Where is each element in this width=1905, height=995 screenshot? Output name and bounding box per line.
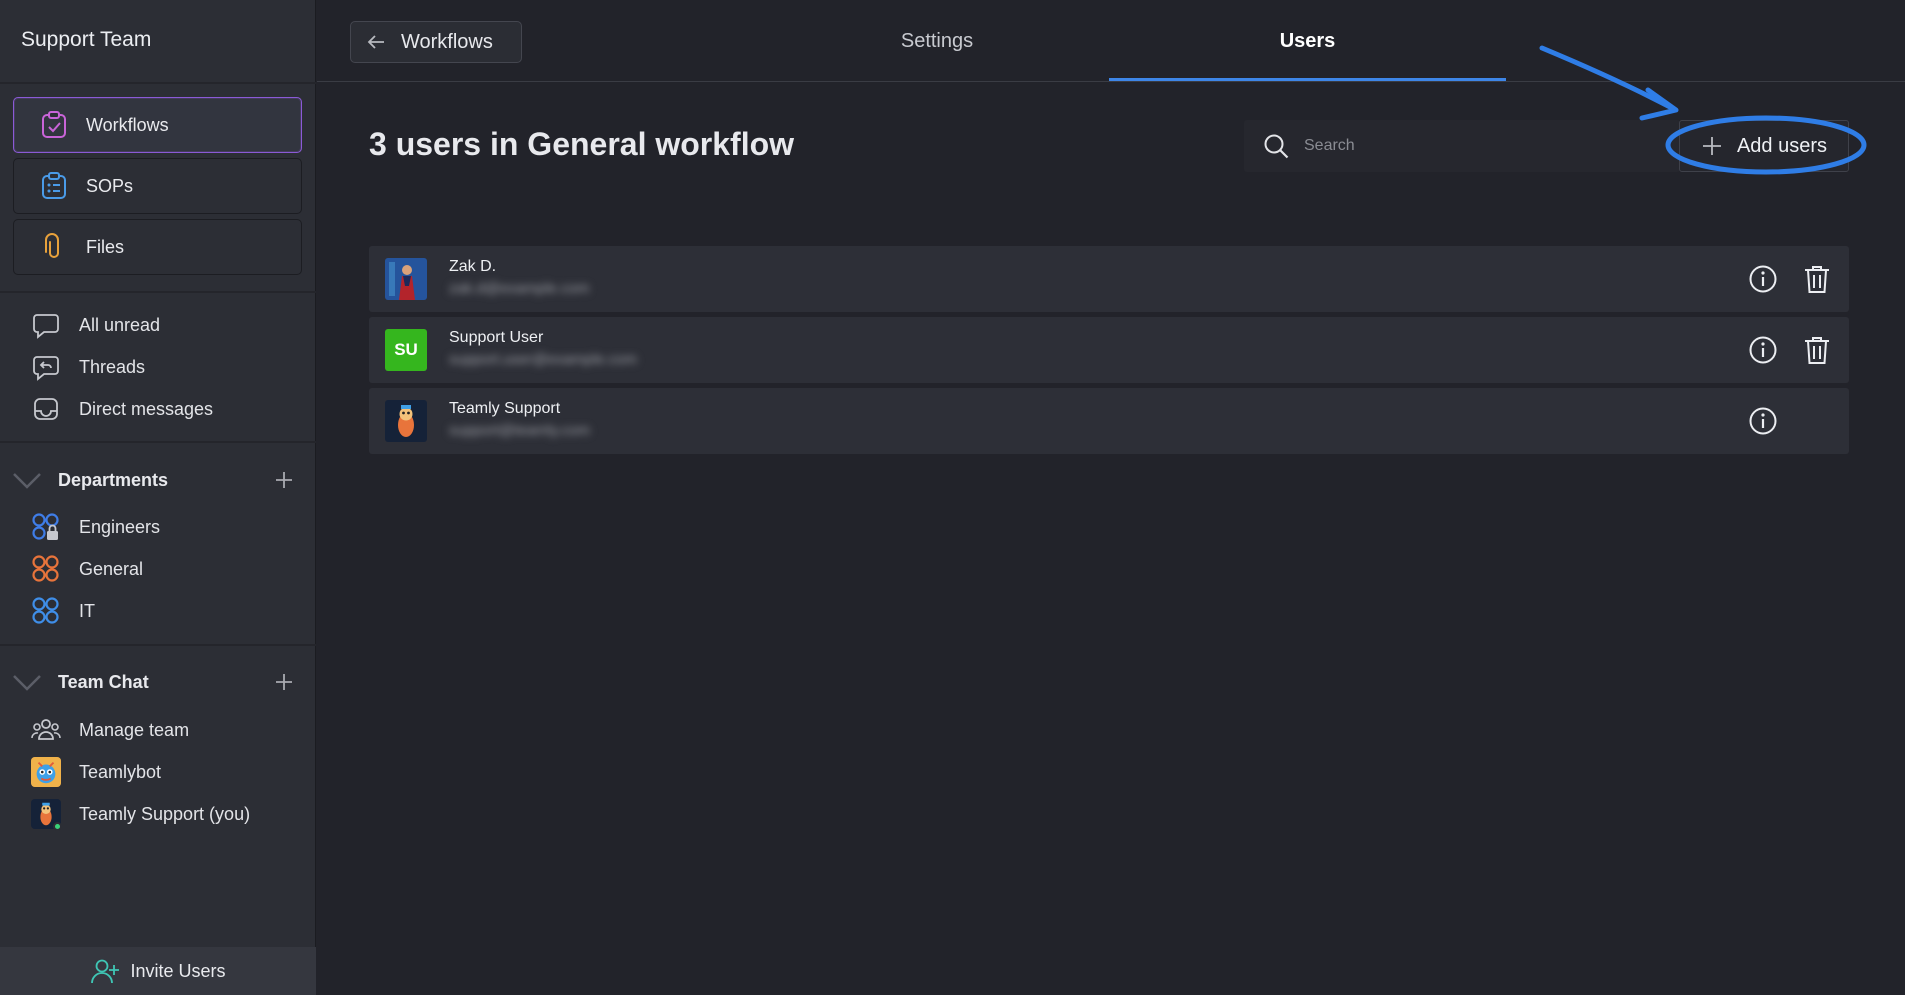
search-box[interactable] [1244, 120, 1680, 172]
paperclip-icon [40, 233, 68, 261]
invite-users-button[interactable]: Invite Users [0, 947, 316, 995]
people-icon [31, 715, 61, 745]
divider [0, 291, 316, 293]
invite-users-label: Invite Users [130, 960, 226, 981]
sidebar-item-label: IT [79, 600, 95, 621]
sidebar-item-teamly-support[interactable]: Teamly Support (you) [31, 797, 250, 831]
top-bar: Workflows Settings Users [317, 0, 1905, 82]
sidebar-item-files[interactable]: Files [13, 219, 302, 275]
divider [0, 644, 316, 646]
sidebar-item-threads[interactable]: Threads [31, 350, 145, 384]
group-lock-icon [31, 512, 61, 542]
support-avatar [31, 799, 62, 831]
user-email: support.user@example.com [449, 351, 637, 368]
group-icon [31, 596, 61, 626]
add-users-label: Add users [1736, 134, 1828, 157]
sidebar-item-label: Threads [79, 356, 146, 377]
search-icon [1262, 132, 1290, 160]
add-users-button[interactable]: Add users [1679, 120, 1849, 172]
search-input[interactable] [1304, 137, 1644, 155]
back-to-workflows-button[interactable]: Workflows [350, 21, 522, 63]
divider [0, 441, 316, 443]
avatar [385, 258, 427, 300]
sidebar-item-label: Files [86, 236, 125, 257]
user-name: Teamly Support [449, 400, 561, 417]
section-title: Departments [58, 469, 169, 490]
arrow-left-icon [365, 31, 387, 53]
sidebar-item-all-unread[interactable]: All unread [31, 308, 160, 342]
clipboard-check-icon [40, 111, 68, 139]
add-chat-icon[interactable] [272, 670, 296, 694]
trash-icon[interactable] [1802, 334, 1832, 366]
sidebar-item-direct-messages[interactable]: Direct messages [31, 392, 213, 426]
add-user-icon [90, 956, 120, 986]
plus-icon [1701, 135, 1723, 157]
departments-header[interactable]: Departments [12, 464, 304, 496]
inbox-icon [31, 394, 61, 424]
user-name: Zak D. [449, 258, 497, 275]
sidebar-item-manage-team[interactable]: Manage team [31, 713, 189, 747]
chevron-down-icon[interactable] [12, 672, 42, 692]
page-title: 3 users in General workflow [369, 126, 795, 162]
tab-settings[interactable]: Settings [767, 0, 1107, 82]
table-row[interactable]: SU Support User support.user@example.com [369, 317, 1849, 383]
sidebar: Support Team Workflows SOPs Files All un… [0, 0, 316, 995]
user-email: zak.d@example.com [449, 280, 590, 297]
avatar [385, 400, 427, 442]
sidebar-item-label: Direct messages [79, 398, 214, 419]
bot-avatar [31, 757, 61, 787]
threads-icon [31, 352, 61, 382]
sidebar-item-sops[interactable]: SOPs [13, 158, 302, 214]
active-tab-indicator [1109, 78, 1506, 81]
sidebar-item-label: Manage team [79, 719, 190, 740]
info-icon[interactable] [1748, 406, 1778, 436]
online-status-dot [53, 822, 62, 831]
avatar: SU [385, 329, 427, 371]
sidebar-item-teamlybot[interactable]: Teamlybot [31, 755, 161, 789]
sidebar-item-label: Teamly Support (you) [79, 803, 251, 824]
info-icon[interactable] [1748, 335, 1778, 365]
trash-icon[interactable] [1802, 263, 1832, 295]
user-name: Support User [449, 329, 544, 346]
sidebar-item-label: SOPs [86, 175, 134, 196]
sidebar-item-label: Engineers [79, 516, 161, 537]
tab-users[interactable]: Users [1109, 0, 1506, 82]
sidebar-item-label: General [79, 558, 144, 579]
sidebar-item-label: All unread [79, 314, 161, 335]
team-name[interactable]: Support Team [21, 28, 151, 52]
sidebar-item-label: Teamlybot [79, 761, 162, 782]
team-chat-header[interactable]: Team Chat [12, 666, 304, 698]
info-icon[interactable] [1748, 264, 1778, 294]
user-email: support@teamly.com [449, 422, 590, 439]
table-row[interactable]: Zak D. zak.d@example.com [369, 246, 1849, 312]
sidebar-item-engineers[interactable]: Engineers [31, 510, 160, 544]
group-icon [31, 554, 61, 584]
sidebar-item-general[interactable]: General [31, 552, 143, 586]
add-department-icon[interactable] [272, 468, 296, 492]
sidebar-item-label: Workflows [86, 114, 169, 135]
sidebar-item-it[interactable]: IT [31, 594, 95, 628]
section-title: Team Chat [58, 671, 149, 692]
back-button-label: Workflows [401, 30, 493, 53]
chevron-down-icon[interactable] [12, 470, 42, 490]
sidebar-item-workflows[interactable]: Workflows [13, 97, 302, 153]
chat-bubble-icon [31, 310, 61, 340]
divider [0, 82, 316, 84]
clipboard-list-icon [40, 172, 68, 200]
annotation-arrowhead [1639, 87, 1679, 121]
table-row[interactable]: Teamly Support support@teamly.com [369, 388, 1849, 454]
